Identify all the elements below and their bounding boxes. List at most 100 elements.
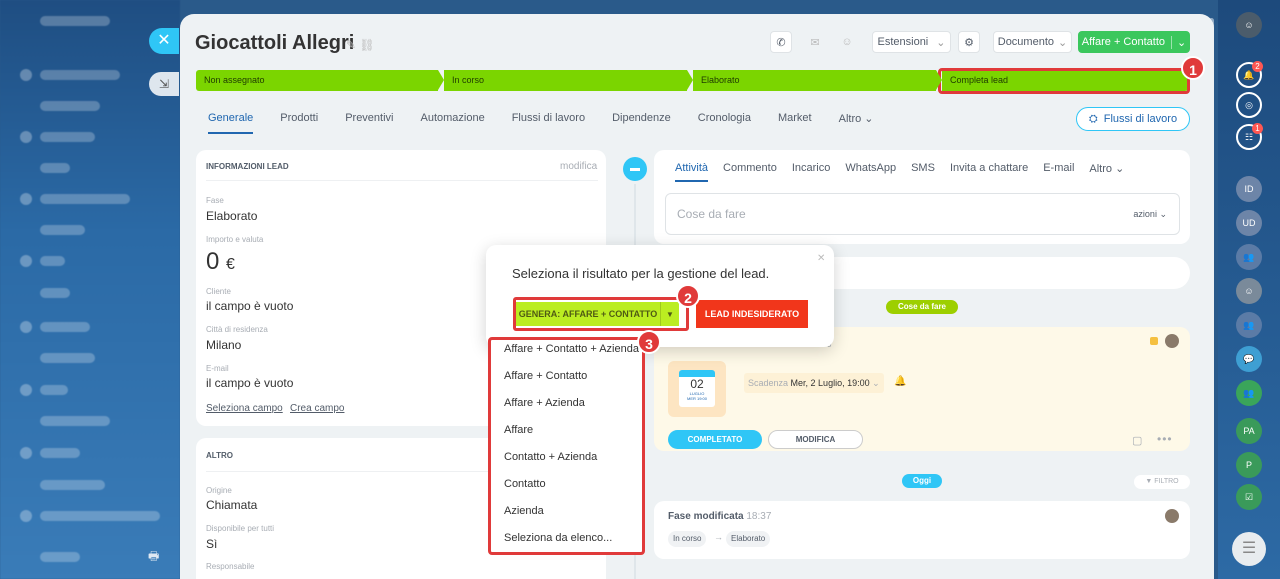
close-slider-button[interactable]: ✕ <box>149 28 179 54</box>
select-field-link[interactable]: Seleziona campo <box>206 403 283 414</box>
workflows-label: Flussi di lavoro <box>1103 113 1178 125</box>
close-icon[interactable]: ✕ <box>817 253 825 264</box>
settings-button[interactable]: ⚙ <box>958 31 980 53</box>
activity-tab-incarico[interactable]: Incarico <box>792 162 831 182</box>
chat-button[interactable]: ☺ <box>836 31 858 53</box>
group-avatar-icon-2[interactable]: 👥 <box>1236 312 1262 338</box>
annotation-marker-2: 2 <box>676 284 700 308</box>
activity-tab-altro[interactable]: Altro ⌄ <box>1089 162 1124 182</box>
user-avatar-2[interactable]: ☺ <box>1236 278 1262 304</box>
menu-item-seleziona-da-elenco[interactable]: Seleziona da elenco... <box>504 532 612 544</box>
contact-avatar-id[interactable]: ID <box>1236 176 1262 202</box>
menu-item-contatto[interactable]: Contatto <box>504 478 546 490</box>
tab-market[interactable]: Market <box>778 112 812 134</box>
menu-item-affare-azienda[interactable]: Affare + Azienda <box>504 397 585 409</box>
tab-prodotti[interactable]: Prodotti <box>280 112 318 134</box>
chevron-down-icon: ⌄ <box>1058 36 1068 49</box>
chat-avatar-icon[interactable]: 💬 <box>1236 346 1262 372</box>
deadline-value: Mer, 2 Luglio, 19:00 <box>790 378 870 388</box>
annotation-marker-3: 3 <box>637 330 661 354</box>
field-value: Elaborato <box>206 209 258 223</box>
phase-change-title-text: Fase modificata <box>668 511 744 522</box>
email-button[interactable]: ✉ <box>804 31 826 53</box>
bell-icon[interactable]: 🔔 <box>894 376 906 387</box>
notifications-bell-icon[interactable]: 🔔 2 <box>1236 61 1263 88</box>
contact-avatar-p[interactable]: P <box>1236 452 1262 478</box>
field-label: Città di residenza <box>206 325 268 334</box>
phase-to-chip: Elaborato <box>726 531 771 547</box>
activity-tab-invita[interactable]: Invita a chattare <box>950 162 1028 182</box>
phase-from-chip: In corso <box>668 531 707 547</box>
minimize-slider-button[interactable]: ⇲ <box>149 72 179 96</box>
chevron-down-icon: ⌄ <box>872 378 880 388</box>
activity-tab-attivita[interactable]: Attività <box>675 162 709 182</box>
printer-icon[interactable]: 🖶 <box>148 547 164 563</box>
deadline-chip[interactable]: Scadenza Mer, 2 Luglio, 19:00 ⌄ <box>744 373 884 393</box>
phase-change-card: Fase modificata 18:37 In corso → Elabora… <box>654 501 1190 559</box>
group-avatar-icon[interactable]: 👥 <box>1236 244 1262 270</box>
chevron-down-icon: ⌄ <box>864 113 874 125</box>
tab-altro[interactable]: Altro ⌄ <box>839 112 874 134</box>
tab-cronologia[interactable]: Cronologia <box>698 112 751 134</box>
timeline-search-bar[interactable] <box>810 257 1190 289</box>
currency-symbol: € <box>226 256 235 273</box>
amount-number: 0 <box>206 248 220 275</box>
workflow-icon: ⛭ <box>1088 112 1098 125</box>
annotation-highlight-2 <box>513 297 689 331</box>
stage-in-corso[interactable]: In corso <box>444 70 693 91</box>
messenger-icon[interactable]: ☷ 1 <box>1236 123 1263 150</box>
stage-label: Elaborato <box>701 75 740 85</box>
activity-editor: Attività Commento Incarico WhatsApp SMS … <box>654 150 1190 244</box>
user-avatar[interactable]: ☺ <box>1236 12 1262 38</box>
convert-lead-button[interactable]: Affare + Contatto ⌄ <box>1078 31 1190 53</box>
tab-preventivi[interactable]: Preventivi <box>345 112 393 134</box>
menu-item-azienda[interactable]: Azienda <box>504 505 544 517</box>
menu-item-affare-contatto-azienda[interactable]: Affare + Contatto + Azienda <box>504 343 639 355</box>
modify-task-button[interactable]: MODIFICA <box>768 430 863 449</box>
notification-badge: 2 <box>1252 61 1263 72</box>
open-chat-icon[interactable]: ☰ <box>1232 532 1266 566</box>
comment-icon[interactable]: ▢ <box>1132 434 1142 447</box>
activity-tab-email[interactable]: E-mail <box>1043 162 1074 182</box>
stage-non-assegnato[interactable]: Non assegnato <box>196 70 444 91</box>
tasks-icon[interactable]: ☑ <box>1236 484 1262 510</box>
lead-result-popup: ✕ Seleziona il risultato per la gestione… <box>486 245 834 347</box>
tab-automazione[interactable]: Automazione <box>420 112 484 134</box>
field-value: il campo è vuoto <box>206 376 294 390</box>
annotation-highlight-1 <box>938 68 1190 94</box>
tab-dipendenze[interactable]: Dipendenze <box>612 112 671 134</box>
group-avatar-icon-3[interactable]: 👥 <box>1236 380 1262 406</box>
today-section-pill: Oggi <box>902 474 942 488</box>
todo-input[interactable]: Cose da fare azioni ⌄ <box>665 193 1180 235</box>
edit-title-icon[interactable]: ✎ ⛓ <box>346 38 375 52</box>
complete-task-button[interactable]: COMPLETATO <box>668 430 762 449</box>
field-value: Milano <box>206 338 242 352</box>
activity-stream-icon[interactable]: ◎ <box>1236 92 1262 118</box>
annotation-marker-1: 1 <box>1181 56 1205 80</box>
menu-item-affare-contatto[interactable]: Affare + Contatto <box>504 370 587 382</box>
more-options-icon[interactable]: ••• <box>1157 432 1173 446</box>
document-dropdown[interactable]: Documento ⌄ <box>993 31 1072 53</box>
activity-tab-whatsapp[interactable]: WhatsApp <box>845 162 896 182</box>
tab-altro-label: Altro <box>838 113 862 125</box>
tab-generale[interactable]: Generale <box>208 112 254 134</box>
contact-avatar-ud[interactable]: UD <box>1236 210 1262 236</box>
activity-tab-sms[interactable]: SMS <box>911 162 935 182</box>
stage-label: Non assegnato <box>204 75 265 85</box>
edit-link[interactable]: modifica <box>560 161 597 172</box>
filter-button[interactable]: ▼ FILTRO <box>1134 475 1190 489</box>
tab-flussi-di-lavoro[interactable]: Flussi di lavoro <box>512 112 585 134</box>
menu-item-affare[interactable]: Affare <box>504 424 533 436</box>
create-field-link[interactable]: Crea campo <box>290 403 344 414</box>
stage-elaborato[interactable]: Elaborato <box>693 70 942 91</box>
activity-tab-commento[interactable]: Commento <box>723 162 777 182</box>
extensions-dropdown[interactable]: Estensioni ⌄ <box>872 31 951 53</box>
page-title: Giocattoli Allegri <box>195 32 355 54</box>
workflows-button[interactable]: ⛭ Flussi di lavoro <box>1076 107 1190 131</box>
menu-item-contatto-azienda[interactable]: Contatto + Azienda <box>504 451 597 463</box>
contact-avatar-pa[interactable]: PA <box>1236 418 1262 444</box>
junk-lead-button[interactable]: LEAD INDESIDERATO <box>696 300 808 328</box>
phone-call-button[interactable]: ✆ <box>770 31 792 53</box>
date-tile: 02 LUGLIO MER 19:00 <box>668 361 726 417</box>
actions-dropdown[interactable]: azioni ⌄ <box>1133 209 1167 220</box>
